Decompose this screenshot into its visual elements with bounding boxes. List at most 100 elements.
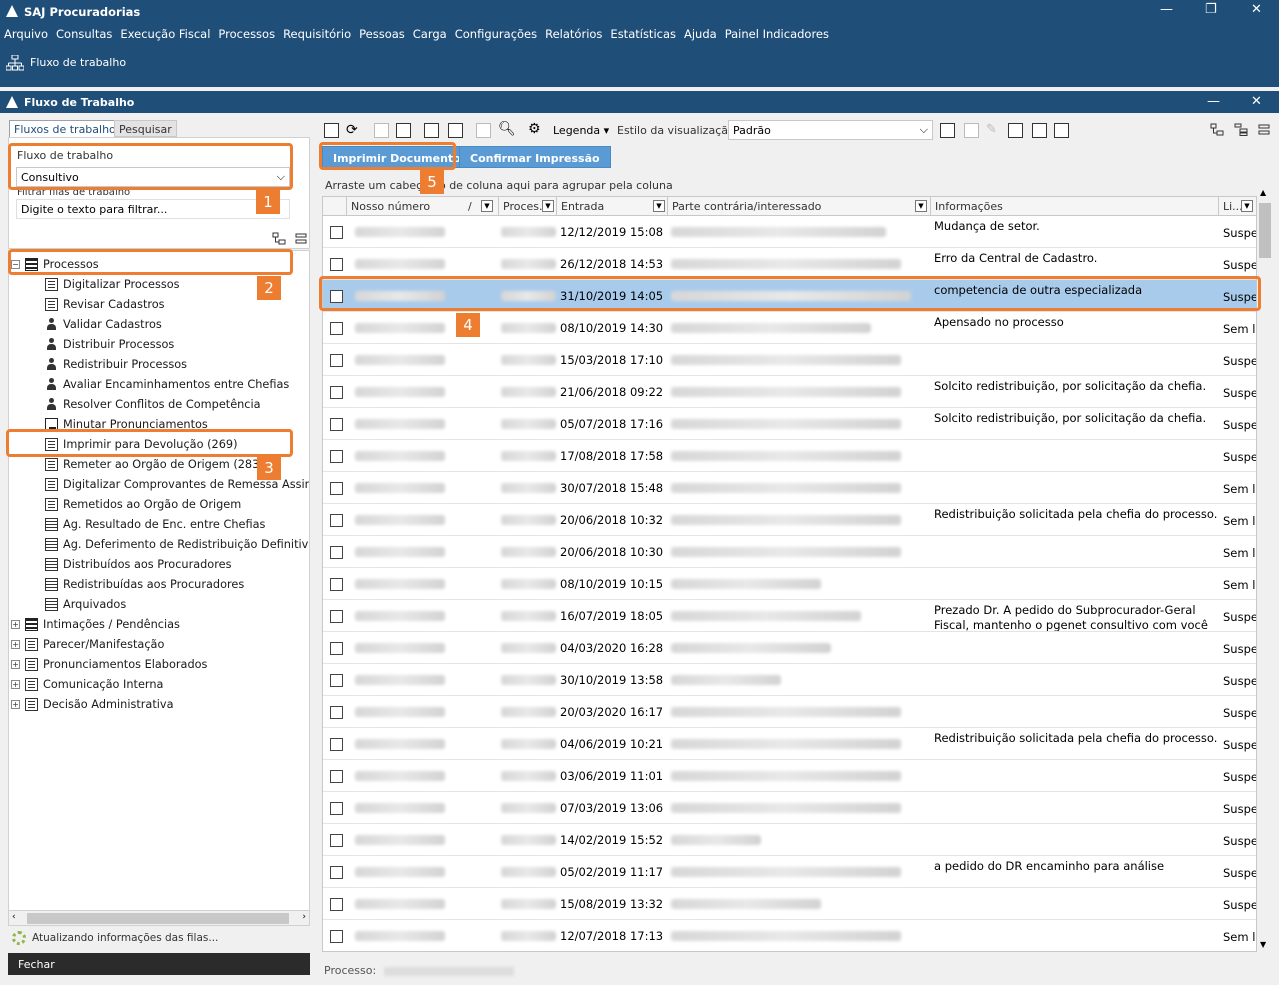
tree-group-item[interactable]: Decisão Administrativa	[25, 695, 174, 713]
row-checkbox[interactable]	[330, 610, 343, 623]
col-informacoes[interactable]: Informações	[931, 197, 1219, 216]
tree-item[interactable]: Resolver Conflitos de Competência	[45, 395, 261, 413]
table-row[interactable]: 04/03/2020 16:28 Suspe	[323, 632, 1256, 664]
menu-item[interactable]: Execução Fiscal	[116, 23, 214, 41]
print-icon[interactable]	[424, 123, 439, 138]
tree-group-item[interactable]: Intimações / Pendências	[25, 615, 180, 633]
table-row[interactable]: 30/07/2018 15:48 Sem li	[323, 472, 1256, 504]
menu-item[interactable]: Consultas	[52, 23, 116, 41]
menu-item[interactable]: Relatórios	[541, 23, 606, 41]
print-preview-icon[interactable]	[448, 123, 463, 138]
child-minimize-button[interactable]: —	[1207, 94, 1220, 109]
grid-tree-icon[interactable]	[1234, 123, 1248, 136]
table-row[interactable]: 20/06/2018 10:32 Redistribuição solicitad…	[323, 504, 1256, 536]
table-row[interactable]: 16/07/2019 18:05 Prezado Dr. A pedido do …	[323, 600, 1256, 632]
row-checkbox[interactable]	[330, 418, 343, 431]
tree-item[interactable]: Digitalizar Processos	[45, 275, 180, 293]
tab-pesquisar[interactable]: Pesquisar	[114, 120, 177, 137]
restore-button[interactable]: ❐	[1205, 2, 1217, 17]
filter-dropdown-icon[interactable]: ▼	[1241, 200, 1253, 212]
search-doc-icon[interactable]: 🔍︎	[498, 121, 516, 137]
tab-fluxos[interactable]: Fluxos de trabalho	[9, 120, 121, 137]
close-panel-button[interactable]: Fechar	[8, 953, 310, 975]
filter-dropdown-icon[interactable]: ▼	[542, 200, 554, 212]
workflow-toolbar-button[interactable]: Fluxo de trabalho	[30, 56, 126, 69]
row-checkbox[interactable]	[330, 386, 343, 399]
row-checkbox[interactable]	[330, 674, 343, 687]
expander-plus-icon[interactable]: +	[11, 680, 20, 689]
row-checkbox[interactable]	[330, 450, 343, 463]
menu-item[interactable]: Carga	[409, 23, 451, 41]
tree-group-item[interactable]: Pronunciamentos Elaborados	[25, 655, 207, 673]
filter-dropdown-icon[interactable]: ▼	[653, 200, 665, 212]
filter-dropdown-icon[interactable]: ▼	[481, 200, 493, 212]
row-checkbox[interactable]	[330, 898, 343, 911]
table-row[interactable]: 21/06/2018 09:22 Solcito redistribuição, …	[323, 376, 1256, 408]
scroll-left-icon[interactable]: ‹	[12, 912, 16, 922]
menu-item[interactable]: Estatísticas	[606, 23, 680, 41]
grid-collapse-icon[interactable]	[1258, 124, 1270, 135]
columns-icon[interactable]	[1008, 123, 1023, 138]
tree-item[interactable]: Distribuídos aos Procuradores	[45, 555, 231, 573]
group-by-area[interactable]: Arraste um cabeçalho de coluna aqui para…	[322, 175, 1257, 195]
expander-plus-icon[interactable]: +	[11, 620, 20, 629]
row-checkbox[interactable]	[330, 354, 343, 367]
grid-expand-icon[interactable]	[1210, 123, 1224, 136]
table-row[interactable]: 14/02/2019 15:52 Suspe	[323, 824, 1256, 856]
table-row[interactable]: 05/07/2018 17:16 Solcito redistribuição, …	[323, 408, 1256, 440]
view-style-select[interactable]: Padrão ⌵	[728, 120, 933, 140]
filter-input[interactable]: Digite o texto para filtrar...	[16, 199, 290, 219]
table-row[interactable]: 12/12/2019 15:08 Mudança de setor. Suspe	[323, 216, 1256, 248]
scroll-up-icon[interactable]: ▲	[1260, 188, 1266, 197]
tree-item[interactable]: Redistribuir Processos	[45, 355, 187, 373]
tree-item[interactable]: Remetidos ao Orgão de Origem	[45, 495, 241, 513]
row-checkbox[interactable]	[330, 322, 343, 335]
expander-plus-icon[interactable]: +	[11, 640, 20, 649]
row-checkbox[interactable]	[330, 866, 343, 879]
row-checkbox[interactable]	[330, 546, 343, 559]
row-checkbox[interactable]	[330, 770, 343, 783]
tree-item[interactable]: Revisar Cadastros	[45, 295, 165, 313]
copy-icon[interactable]	[396, 123, 411, 138]
col-entrada[interactable]: Entrada	[557, 197, 668, 216]
row-checkbox[interactable]	[330, 258, 343, 271]
row-checkbox[interactable]	[330, 482, 343, 495]
menu-item[interactable]: Configurações	[451, 23, 541, 41]
child-close-button[interactable]: ✕	[1251, 94, 1262, 109]
open-doc-icon[interactable]	[324, 123, 339, 138]
tree-item[interactable]: Arquivados	[45, 595, 126, 613]
row-checkbox[interactable]	[330, 642, 343, 655]
scroll-down-icon[interactable]: ▼	[1260, 940, 1266, 949]
menu-item[interactable]: Ajuda	[680, 23, 721, 41]
row-checkbox[interactable]	[330, 578, 343, 591]
tree-horizontal-scrollbar[interactable]: ‹ ›	[8, 910, 310, 926]
row-checkbox[interactable]	[330, 514, 343, 527]
tree-expand-icon[interactable]	[272, 232, 286, 245]
table-row[interactable]: 08/10/2019 10:15 Sem li	[323, 568, 1256, 600]
tree-item[interactable]: Ag. Resultado de Enc. entre Chefias	[45, 515, 265, 533]
row-checkbox[interactable]	[330, 802, 343, 815]
row-checkbox[interactable]	[330, 738, 343, 751]
table-row[interactable]: 15/03/2018 17:10 Suspe	[323, 344, 1256, 376]
refresh-icon[interactable]: ⟳	[346, 122, 358, 138]
col-parte[interactable]: Parte contrária/interessado	[668, 197, 931, 216]
table-row[interactable]: 05/02/2019 11:17 a pedido do DR encaminho…	[323, 856, 1256, 888]
row-checkbox[interactable]	[330, 930, 343, 943]
expander-plus-icon[interactable]: +	[11, 700, 20, 709]
confirm-print-button[interactable]: Confirmar Impressão	[459, 146, 611, 168]
expander-plus-icon[interactable]: +	[11, 660, 20, 669]
table-row[interactable]: 20/03/2020 16:17 Suspe	[323, 696, 1256, 728]
menu-item[interactable]: Pessoas	[355, 23, 409, 41]
table-row[interactable]: 12/07/2018 17:13 Sem li	[323, 920, 1256, 951]
row-checkbox[interactable]	[330, 226, 343, 239]
table-row[interactable]: 03/06/2019 11:01 Suspe	[323, 760, 1256, 792]
tree-item[interactable]: Validar Cadastros	[45, 315, 162, 333]
list-icon[interactable]	[1032, 123, 1047, 138]
tree-item[interactable]: Distribuir Processos	[45, 335, 174, 353]
table-row[interactable]: 20/06/2018 10:30 Sem li	[323, 536, 1256, 568]
table-row[interactable]: 30/10/2019 13:58 Suspe	[323, 664, 1256, 696]
table-row[interactable]: 04/06/2019 10:21 Redistribuição solicitad…	[323, 728, 1256, 760]
menu-item[interactable]: Arquivo	[0, 23, 52, 41]
row-checkbox[interactable]	[330, 834, 343, 847]
save-icon[interactable]	[940, 123, 955, 138]
